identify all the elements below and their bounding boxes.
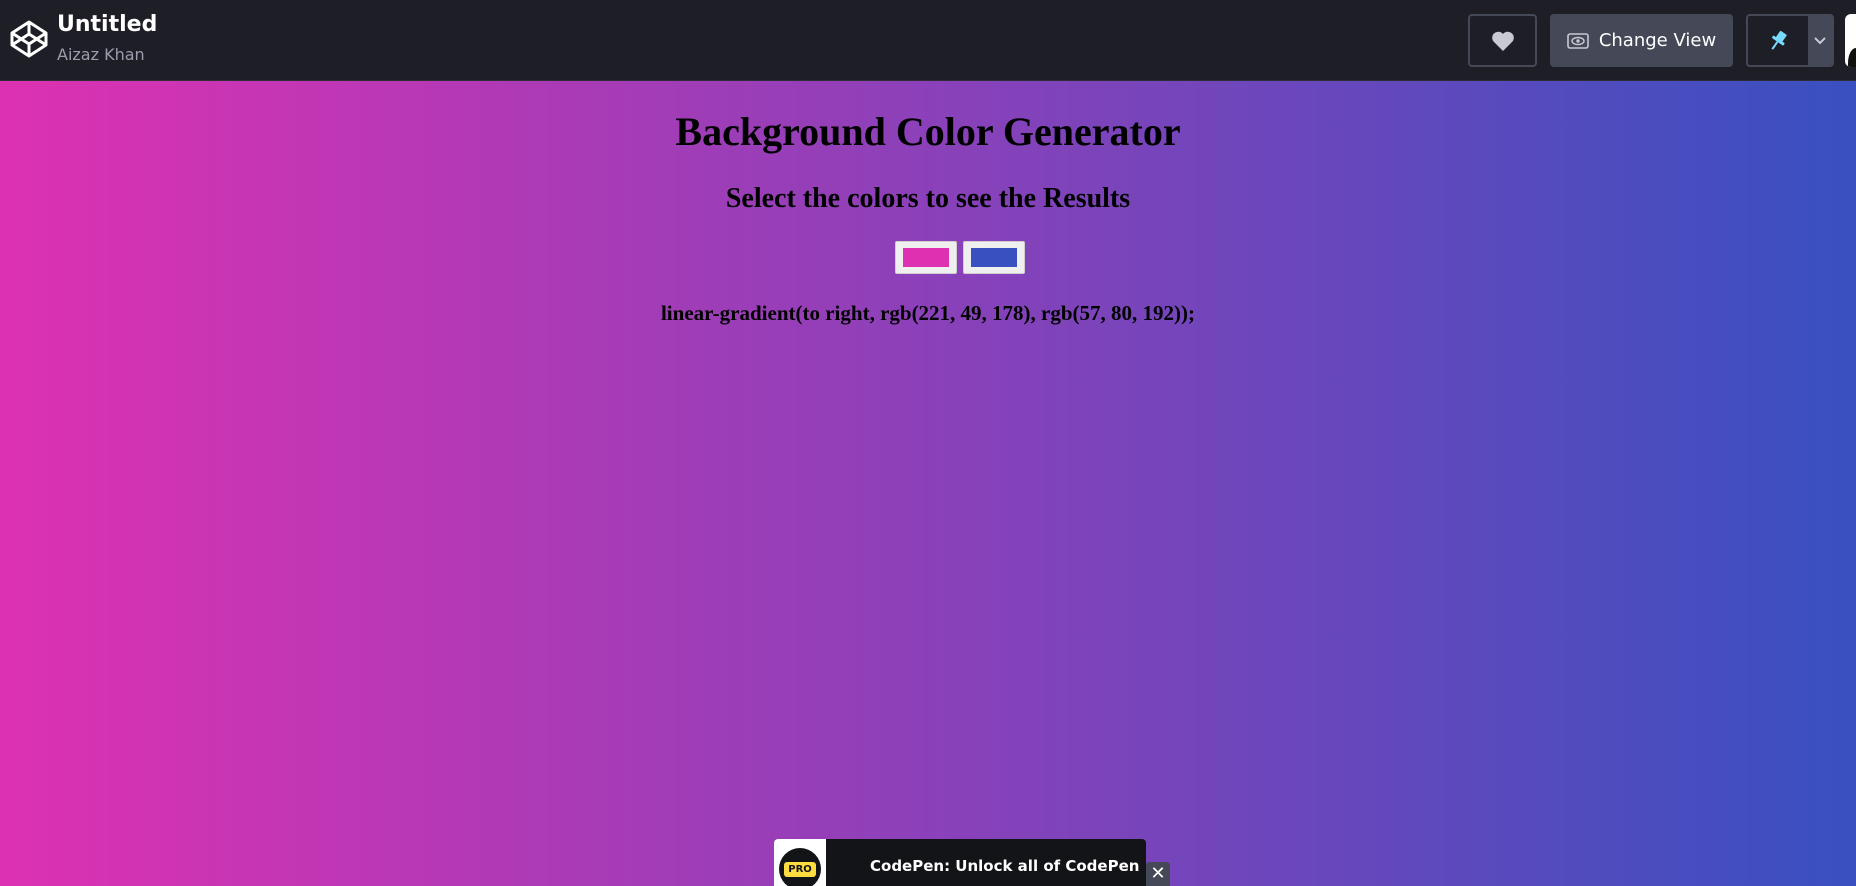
user-avatar[interactable] bbox=[1845, 14, 1856, 67]
eye-icon bbox=[1567, 32, 1589, 49]
pro-circle-icon: PRO bbox=[779, 848, 821, 886]
gradient-css-output: linear-gradient(to right, rgb(221, 49, 1… bbox=[660, 301, 1196, 325]
color-picker-2[interactable] bbox=[963, 241, 1025, 274]
pin-toggle[interactable] bbox=[1748, 16, 1808, 65]
pin-button[interactable] bbox=[1746, 14, 1834, 67]
pro-badge: PRO bbox=[784, 861, 816, 877]
pin-icon bbox=[1771, 30, 1787, 50]
change-view-label: Change View bbox=[1598, 30, 1717, 51]
page-heading: Background Color Generator bbox=[675, 109, 1181, 154]
pen-title[interactable]: Untitled bbox=[57, 12, 157, 37]
pen-author[interactable]: Aizaz Khan bbox=[57, 45, 145, 64]
color-picker-2-swatch bbox=[971, 248, 1017, 267]
close-icon[interactable]: ✕ bbox=[1146, 862, 1170, 886]
codepen-logo-icon[interactable] bbox=[10, 20, 48, 58]
heart-icon bbox=[1491, 31, 1514, 51]
change-view-button[interactable]: Change View bbox=[1550, 14, 1733, 67]
pin-dropdown[interactable] bbox=[1808, 16, 1832, 65]
top-bar: Untitled Aizaz Khan Change View bbox=[0, 0, 1856, 81]
color-picker-1[interactable] bbox=[895, 241, 957, 274]
avatar-image bbox=[1848, 48, 1856, 67]
preview-area: Background Color Generator Select the co… bbox=[0, 81, 1856, 886]
page-subheading: Select the colors to see the Results bbox=[725, 183, 1131, 214]
pro-icon-box: PRO bbox=[774, 839, 826, 886]
chevron-down-icon bbox=[1814, 36, 1826, 44]
color-picker-1-swatch bbox=[903, 248, 949, 267]
pro-banner-text[interactable]: CodePen: Unlock all of CodePen bbox=[870, 857, 1139, 875]
pro-banner[interactable]: PRO CodePen: Unlock all of CodePen bbox=[774, 839, 1146, 886]
like-button[interactable] bbox=[1468, 14, 1537, 67]
